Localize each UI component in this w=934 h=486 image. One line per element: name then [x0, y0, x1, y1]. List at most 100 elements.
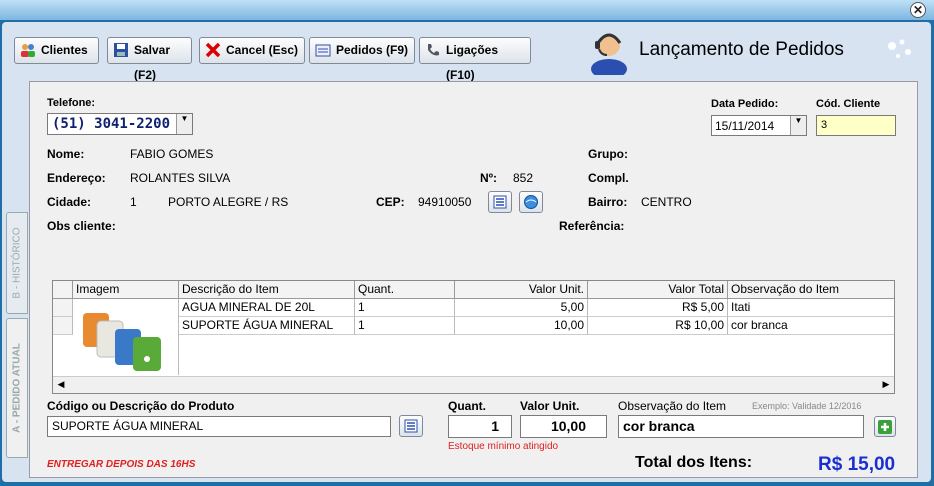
grid-header-selector — [53, 281, 73, 299]
horizontal-scrollbar[interactable]: ◀ ▶ — [53, 376, 894, 393]
cancel-label: Cancel (Esc) — [226, 43, 299, 57]
grid-header-imagem: Imagem — [73, 281, 179, 299]
list-icon — [493, 195, 507, 209]
client-area: Clientes Salvar (F2) Cancel (Esc) Pedido… — [2, 22, 931, 482]
clientes-label: Clientes — [41, 43, 88, 57]
total-label: Total dos Itens: — [635, 454, 753, 471]
telefone-label: Telefone: — [47, 97, 96, 109]
water-dispenser-image — [83, 313, 161, 371]
numero-value: 852 — [513, 171, 534, 185]
grid-header-valor-unit: Valor Unit. — [455, 281, 588, 299]
side-tabs: B - HISTÓRICO A - PEDIDO ATUAL — [6, 212, 28, 458]
cidade-cod-value: 1 — [130, 195, 137, 209]
salvar-button[interactable]: Salvar (F2) — [107, 37, 192, 82]
endereco-value: ROLANTES SILVA — [130, 171, 231, 185]
cod-cliente-field[interactable]: 3 — [816, 115, 896, 136]
cep-value: 94910050 — [418, 195, 472, 209]
save-icon — [114, 43, 128, 57]
row-1-valor-total[interactable]: R$ 5,00 — [588, 299, 728, 317]
product-image — [73, 299, 179, 375]
endereco-label: Endereço: — [47, 171, 106, 185]
cep-web-button[interactable] — [519, 191, 543, 213]
tab-historico-label: B - HISTÓRICO — [11, 227, 23, 299]
globe-icon — [524, 195, 538, 209]
telefone-combo[interactable]: (51) 3041-2200 ▼ — [47, 113, 193, 135]
calendar-dropdown-icon[interactable]: ▼ — [790, 116, 806, 135]
chevron-down-icon[interactable]: ▼ — [176, 114, 192, 134]
salvar-label: Salvar (F2) — [134, 43, 171, 82]
estoque-warning: Estoque mínimo atingido — [448, 441, 559, 452]
cancel-button[interactable]: Cancel (Esc) — [199, 37, 305, 64]
items-grid[interactable]: Imagem Descrição do Item Quant. Valor Un… — [52, 280, 895, 394]
title-bar: ✕ — [0, 0, 934, 20]
page-title: Lançamento de Pedidos — [639, 39, 844, 60]
row-1-quant[interactable]: 1 — [355, 299, 455, 317]
row-1-valor-unit[interactable]: 5,00 — [455, 299, 588, 317]
obs-cliente-label: Obs cliente: — [47, 219, 116, 233]
grid-header-observacao: Observação do Item — [728, 281, 894, 299]
orders-icon — [315, 44, 331, 57]
grid-header-valor-total: Valor Total — [588, 281, 728, 299]
plus-icon — [878, 420, 892, 434]
row-2-quant[interactable]: 1 — [355, 317, 455, 335]
produto-label: Código ou Descrição do Produto — [47, 399, 235, 413]
list-icon — [404, 419, 418, 433]
cep-label: CEP: — [376, 195, 405, 209]
numero-label: Nº: — [480, 171, 498, 185]
cidade-label: Cidade: — [47, 195, 92, 209]
pedidos-button[interactable]: Pedidos (F9) — [309, 37, 415, 64]
row-2-valor-total[interactable]: R$ 10,00 — [588, 317, 728, 335]
row-selector[interactable] — [53, 317, 73, 335]
compl-label: Compl. — [588, 171, 629, 185]
data-pedido-label: Data Pedido: — [711, 98, 779, 110]
total-value: R$ 15,00 — [818, 454, 896, 475]
ligacoes-label: Ligações (F10) — [446, 43, 499, 82]
add-item-button[interactable] — [874, 416, 896, 437]
app-window: ✕ Clientes Salvar (F2) Cancel (Esc) Pedi… — [0, 0, 934, 486]
ligacoes-button[interactable]: Ligações (F10) — [419, 37, 531, 82]
valor-unit-label: Valor Unit. — [520, 399, 580, 413]
nome-label: Nome: — [47, 147, 85, 161]
close-icon[interactable]: ✕ — [910, 2, 926, 18]
tab-pedido-atual[interactable]: A - PEDIDO ATUAL — [6, 318, 28, 458]
quant-label: Quant. — [448, 399, 486, 413]
data-pedido-value: 15/11/2014 — [715, 119, 775, 133]
bairro-label: Bairro: — [588, 195, 628, 209]
order-panel: Telefone: (51) 3041-2200 ▼ Data Pedido: … — [29, 81, 918, 478]
row-1-descricao[interactable]: AGUA MINERAL DE 20L — [179, 299, 355, 317]
nome-value: FABIO GOMES — [130, 147, 214, 161]
quant-input[interactable]: 1 — [448, 415, 512, 438]
observacao-label: Observação do Item — [618, 399, 727, 413]
scroll-left-icon[interactable]: ◀ — [53, 377, 69, 392]
data-pedido-combo[interactable]: 15/11/2014 ▼ — [711, 115, 807, 136]
delivery-note: ENTREGAR DEPOIS DAS 16HS — [47, 459, 196, 470]
valor-unit-input[interactable]: 10,00 — [520, 415, 607, 438]
users-icon — [21, 44, 35, 57]
phone-icon — [428, 44, 439, 56]
scroll-right-icon[interactable]: ▶ — [878, 377, 894, 392]
grupo-label: Grupo: — [588, 147, 628, 161]
referencia-label: Referência: — [559, 219, 625, 233]
bairro-value: CENTRO — [641, 195, 692, 209]
observacao-input[interactable]: cor branca — [618, 415, 864, 438]
grid-header-descricao: Descrição do Item — [179, 281, 355, 299]
exemplo-hint: Exemplo: Validade 12/2016 — [752, 401, 862, 411]
clientes-button[interactable]: Clientes — [14, 37, 99, 64]
cod-cliente-label: Cód. Cliente — [816, 98, 881, 110]
produto-list-button[interactable] — [399, 415, 423, 437]
row-2-descricao[interactable]: SUPORTE ÁGUA MINERAL — [179, 317, 355, 335]
call-agent-icon — [591, 33, 627, 75]
cep-list-button[interactable] — [488, 191, 512, 213]
row-selector[interactable] — [53, 299, 73, 317]
tab-historico[interactable]: B - HISTÓRICO — [6, 212, 28, 314]
row-2-valor-unit[interactable]: 10,00 — [455, 317, 588, 335]
produto-search-input[interactable]: SUPORTE ÁGUA MINERAL — [47, 416, 391, 437]
grid-header-quant: Quant. — [355, 281, 455, 299]
row-2-observacao[interactable]: cor branca — [728, 317, 894, 335]
row-1-observacao[interactable]: Itati — [728, 299, 894, 317]
telefone-value: (51) 3041-2200 — [52, 116, 171, 132]
cancel-icon — [205, 42, 221, 58]
tab-pedido-atual-label: A - PEDIDO ATUAL — [11, 343, 23, 433]
pedidos-label: Pedidos (F9) — [336, 43, 409, 57]
cidade-value: PORTO ALEGRE / RS — [168, 195, 289, 209]
